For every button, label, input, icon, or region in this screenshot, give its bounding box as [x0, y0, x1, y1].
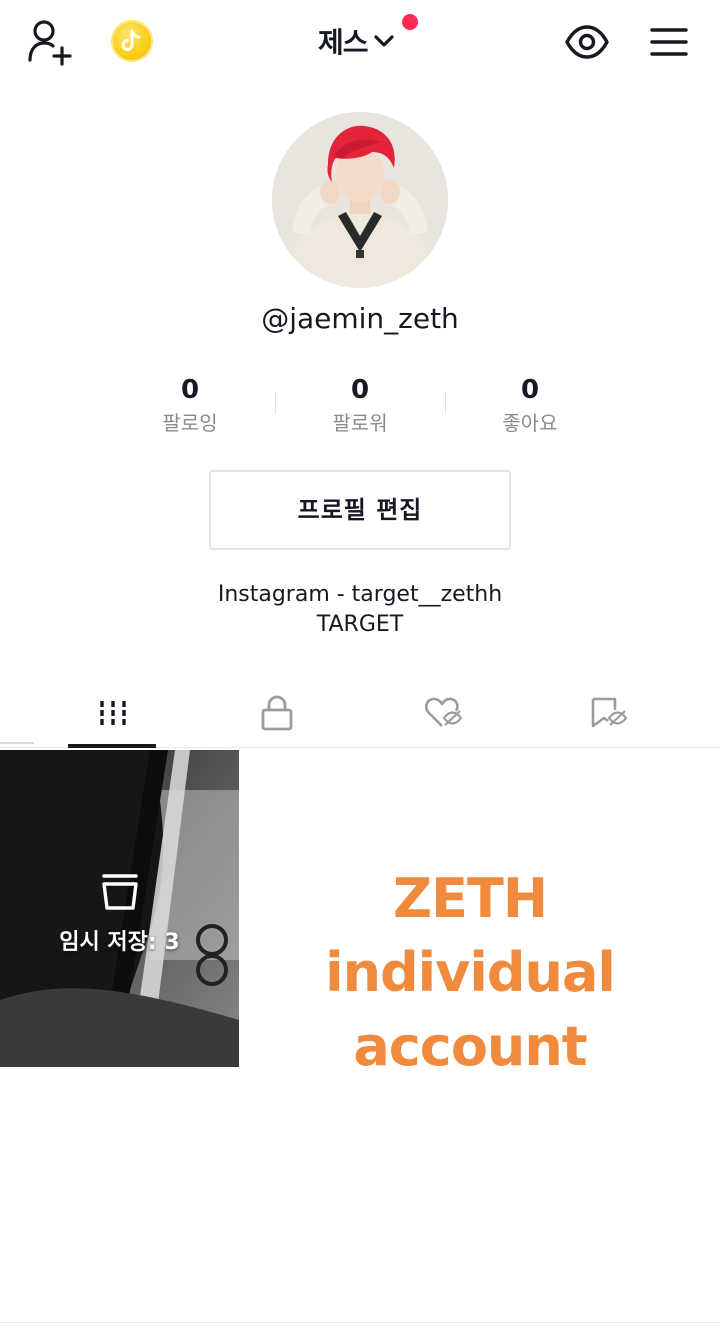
- active-tab-indicator: [68, 744, 156, 748]
- likes-stat[interactable]: 0 좋아요: [460, 372, 600, 438]
- edit-profile-button[interactable]: 프로필 편집: [209, 470, 511, 550]
- account-name: 제스: [318, 26, 369, 59]
- drafts-icon: [98, 870, 142, 914]
- profile-bio: Instagram - target__zethh TARGET: [0, 580, 720, 640]
- avatar[interactable]: [272, 112, 448, 288]
- tiktok-coin-icon[interactable]: [111, 20, 153, 62]
- stat-divider: [445, 392, 446, 414]
- overlay-caption-line: account: [353, 1015, 587, 1078]
- following-count: 0: [180, 375, 200, 405]
- profile-tabs: [0, 680, 720, 748]
- bio-line: TARGET: [316, 612, 404, 637]
- stat-divider: [275, 392, 276, 414]
- hamburger-menu-icon[interactable]: [648, 22, 690, 62]
- followers-stat[interactable]: 0 팔로워: [290, 372, 430, 438]
- likes-count: 0: [520, 375, 540, 405]
- tab-liked[interactable]: [398, 680, 488, 746]
- likes-label: 좋아요: [502, 411, 558, 435]
- account-switcher[interactable]: 제스: [318, 20, 396, 62]
- following-label: 팔로잉: [162, 411, 218, 435]
- liked-hidden-icon: [424, 697, 463, 727]
- followers-label: 팔로워: [332, 411, 388, 435]
- chevron-down-icon: [373, 35, 394, 47]
- bio-line: Instagram - target__zethh: [217, 582, 503, 607]
- grid-icon: [100, 701, 126, 725]
- top-bar: 제스: [0, 0, 720, 84]
- divider: [0, 742, 34, 744]
- person-add-icon[interactable]: [26, 18, 76, 66]
- tab-private[interactable]: [232, 680, 322, 746]
- overlay-caption: ZETH individual account: [240, 862, 700, 1084]
- profile-username: @jaemin_zeth: [261, 302, 459, 335]
- drafts-count-label: 임시 저장: 3: [59, 930, 180, 955]
- followers-count: 0: [350, 375, 370, 405]
- tab-saved[interactable]: [564, 680, 654, 746]
- following-stat[interactable]: 0 팔로잉: [120, 372, 260, 438]
- tab-videos[interactable]: [68, 680, 158, 746]
- eye-icon[interactable]: [564, 20, 610, 64]
- bookmark-hidden-icon: [591, 697, 628, 728]
- notification-dot: [402, 14, 418, 30]
- overlay-caption-line: ZETH individual: [325, 867, 616, 1004]
- bottom-divider: [0, 1322, 720, 1323]
- lock-icon: [261, 695, 293, 731]
